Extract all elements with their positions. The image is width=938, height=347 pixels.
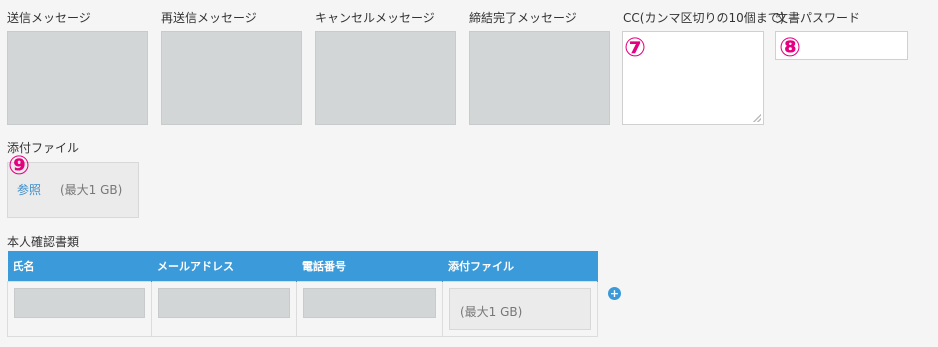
name-cell — [7, 281, 152, 337]
name-input[interactable] — [14, 288, 145, 318]
row-attachment-dropzone[interactable]: (最大1 GB) — [449, 288, 591, 330]
browse-button[interactable]: 参照 — [17, 181, 41, 198]
col-email: メールアドレス — [151, 251, 297, 282]
identity-table: 氏名 メールアドレス 電話番号 添付ファイル (最大1 GB) — [7, 251, 598, 337]
marker-9: ⑨ — [8, 151, 31, 181]
send-message-label: 送信メッセージ — [7, 11, 91, 25]
marker-8: ⑧ — [779, 33, 802, 63]
complete-message-label: 締結完了メッセージ — [469, 11, 577, 25]
col-attachment: 添付ファイル — [442, 251, 598, 282]
col-phone: 電話番号 — [296, 251, 443, 282]
table-row: (最大1 GB) — [7, 281, 598, 337]
attachment-cell: (最大1 GB) — [442, 281, 598, 337]
complete-message-field[interactable] — [469, 31, 610, 125]
cancel-message-label: キャンセルメッセージ — [315, 11, 435, 25]
resend-message-field[interactable] — [161, 31, 302, 125]
phone-input[interactable] — [303, 288, 436, 318]
doc-password-label: 文書パスワード — [776, 11, 861, 25]
resize-grip-icon[interactable] — [753, 114, 761, 122]
phone-cell — [296, 281, 443, 337]
resend-message-label: 再送信メッセージ — [161, 11, 257, 25]
email-input[interactable] — [158, 288, 290, 318]
row-max-size-hint: (最大1 GB) — [460, 305, 523, 319]
email-cell — [151, 281, 297, 337]
col-name: 氏名 — [7, 251, 152, 282]
marker-7: ⑦ — [624, 33, 647, 63]
send-message-field[interactable] — [7, 31, 148, 125]
identity-section-label: 本人確認書類 — [7, 235, 80, 249]
max-size-hint: (最大1 GB) — [60, 183, 123, 197]
add-row-icon[interactable]: + — [608, 287, 621, 300]
cancel-message-field[interactable] — [315, 31, 456, 125]
cc-label: CC(カンマ区切りの10個まで) — [623, 11, 785, 25]
